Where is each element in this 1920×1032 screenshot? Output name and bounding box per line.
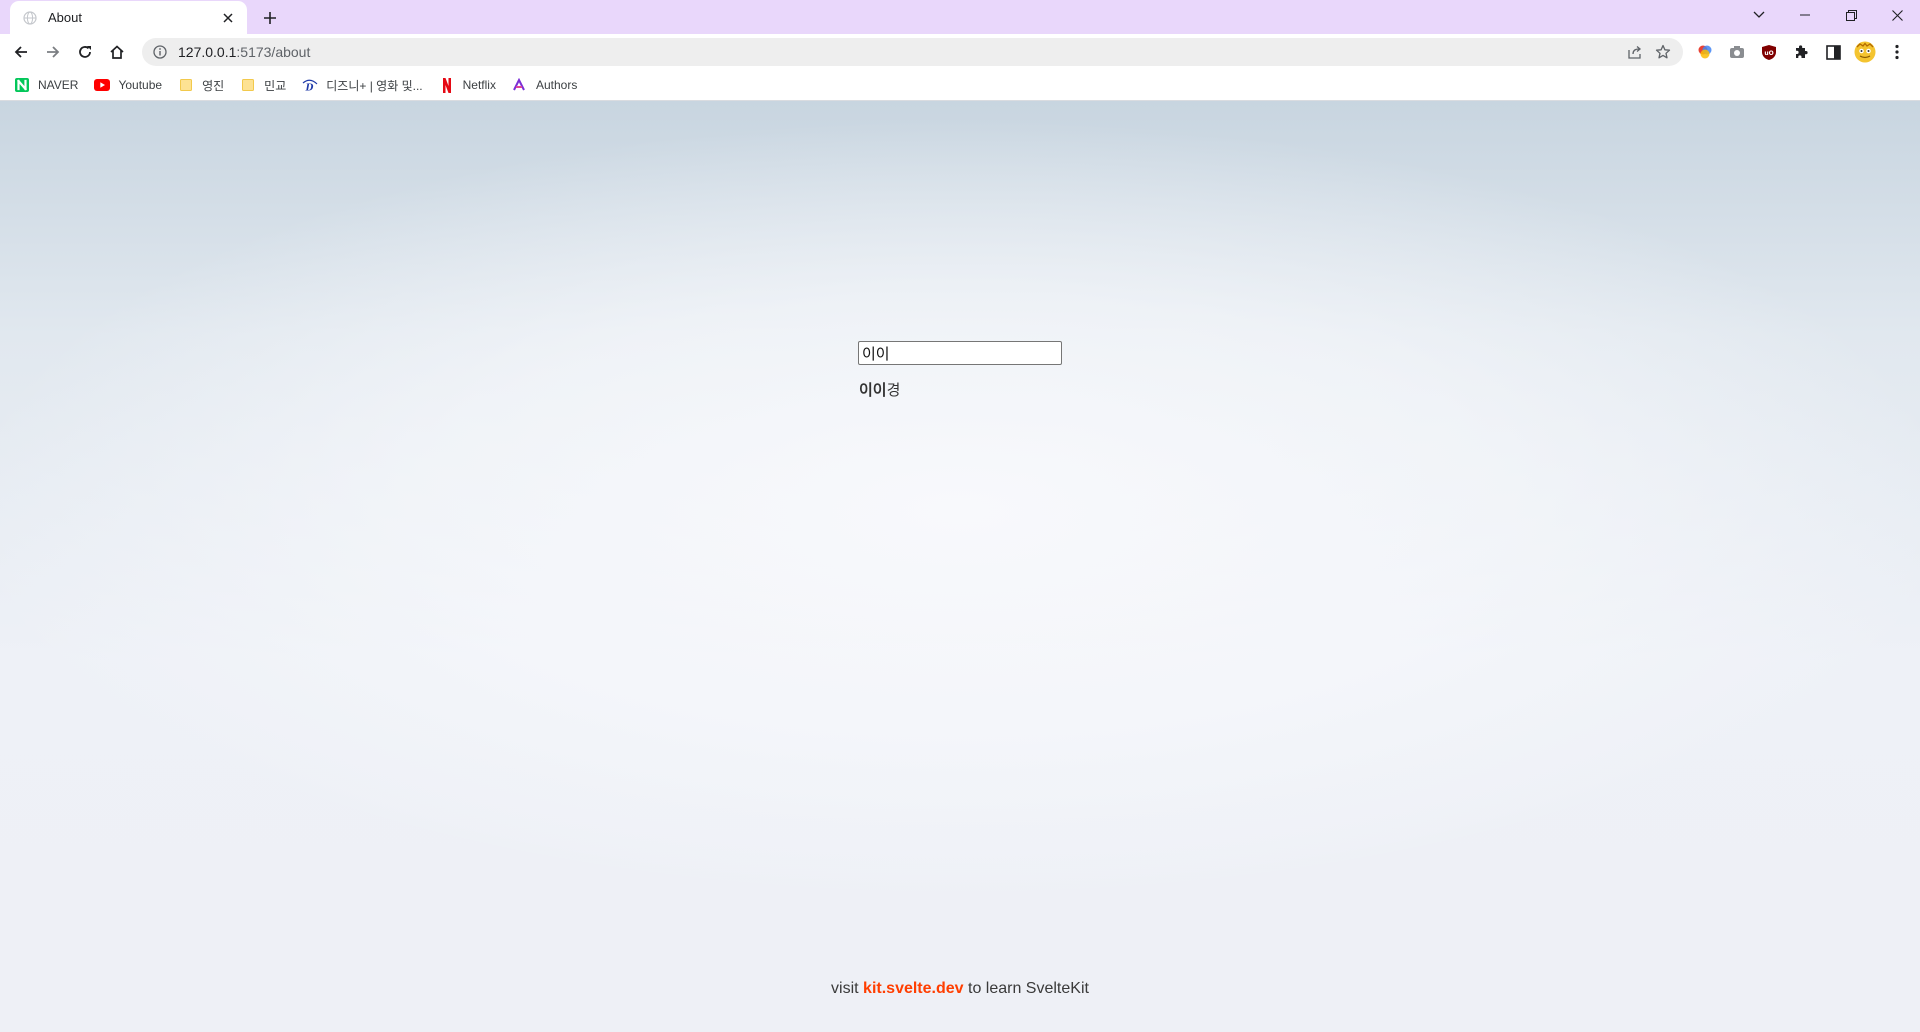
greeting-suffix: 경 bbox=[886, 381, 901, 399]
folder-icon bbox=[178, 77, 194, 93]
home-icon[interactable] bbox=[103, 38, 131, 66]
tab-title: About bbox=[48, 10, 82, 25]
svelte-kit-link[interactable]: kit.svelte.dev bbox=[863, 980, 964, 997]
youtube-icon bbox=[94, 77, 111, 93]
forward-arrow-icon[interactable] bbox=[39, 38, 67, 66]
bookmarks-bar: NAVER Youtube 영진 민교 D 디즈니+ | 영화 및... Net… bbox=[0, 70, 1920, 101]
bookmark-naver[interactable]: NAVER bbox=[12, 73, 86, 97]
close-icon[interactable] bbox=[219, 9, 237, 27]
svg-text:D: D bbox=[305, 84, 314, 93]
minimize-icon[interactable] bbox=[1782, 0, 1828, 30]
close-window-icon[interactable] bbox=[1874, 0, 1920, 30]
globe-icon bbox=[22, 10, 38, 26]
netflix-icon bbox=[439, 77, 455, 93]
color-extension-icon[interactable] bbox=[1694, 41, 1716, 63]
url-host: 127.0.0.1 bbox=[178, 44, 237, 60]
footer: visit kit.svelte.dev to learn SvelteKit bbox=[0, 980, 1920, 998]
authors-icon bbox=[512, 77, 528, 93]
ublock-shield-icon[interactable]: uO bbox=[1758, 41, 1780, 63]
tab-search-icon[interactable] bbox=[1736, 0, 1782, 30]
avatar[interactable] bbox=[1854, 41, 1876, 63]
folder-icon bbox=[240, 77, 256, 93]
bookmark-youtube[interactable]: Youtube bbox=[92, 73, 170, 97]
kebab-menu-icon[interactable] bbox=[1886, 41, 1908, 63]
url-path: :5173/about bbox=[236, 44, 311, 60]
disney-plus-icon: D bbox=[302, 77, 318, 93]
footer-suffix: to learn SvelteKit bbox=[963, 980, 1089, 997]
bookmark-disney-plus[interactable]: D 디즈니+ | 영화 및... bbox=[300, 73, 430, 97]
bookmark-folder-mingyo[interactable]: 민교 bbox=[238, 73, 294, 97]
greeting-text: 이이경 bbox=[859, 379, 900, 400]
address-bar[interactable]: 127.0.0.1:5173/about bbox=[142, 38, 1683, 66]
footer-prefix: visit bbox=[831, 980, 864, 997]
puzzle-icon[interactable] bbox=[1790, 41, 1812, 63]
browser-toolbar: 127.0.0.1:5173/about uO bbox=[0, 34, 1920, 70]
bookmark-label: 민교 bbox=[264, 78, 287, 93]
star-icon[interactable] bbox=[1649, 38, 1677, 66]
bookmark-label: Netflix bbox=[462, 78, 496, 92]
tab-strip: About bbox=[0, 0, 1920, 34]
bookmark-label: 디즈니+ | 영화 및... bbox=[326, 78, 423, 93]
side-panel-icon[interactable] bbox=[1822, 41, 1844, 63]
bookmark-label: NAVER bbox=[38, 78, 79, 92]
bookmark-label: 영진 bbox=[202, 78, 225, 93]
bookmark-netflix[interactable]: Netflix bbox=[437, 73, 504, 97]
bookmark-folder-youngjin[interactable]: 영진 bbox=[176, 73, 232, 97]
info-icon[interactable] bbox=[152, 44, 168, 60]
bookmark-label: Authors bbox=[535, 78, 578, 92]
tab-about[interactable]: About bbox=[10, 1, 247, 34]
name-input[interactable] bbox=[858, 341, 1062, 365]
page-content: 이이경 visit kit.svelte.dev to learn Svelte… bbox=[0, 101, 1920, 1032]
bookmark-label: Youtube bbox=[118, 78, 163, 92]
svg-text:uO: uO bbox=[1764, 50, 1773, 57]
back-arrow-icon[interactable] bbox=[7, 38, 35, 66]
new-tab-button[interactable] bbox=[258, 6, 282, 30]
url-text: 127.0.0.1:5173/about bbox=[178, 44, 1621, 60]
greeting-name: 이이 bbox=[859, 381, 887, 399]
naver-icon bbox=[14, 77, 30, 93]
camera-icon[interactable] bbox=[1726, 41, 1748, 63]
reload-icon[interactable] bbox=[71, 38, 99, 66]
restore-icon[interactable] bbox=[1828, 0, 1874, 30]
bookmark-authors[interactable]: Authors bbox=[510, 73, 585, 97]
share-icon[interactable] bbox=[1621, 38, 1649, 66]
